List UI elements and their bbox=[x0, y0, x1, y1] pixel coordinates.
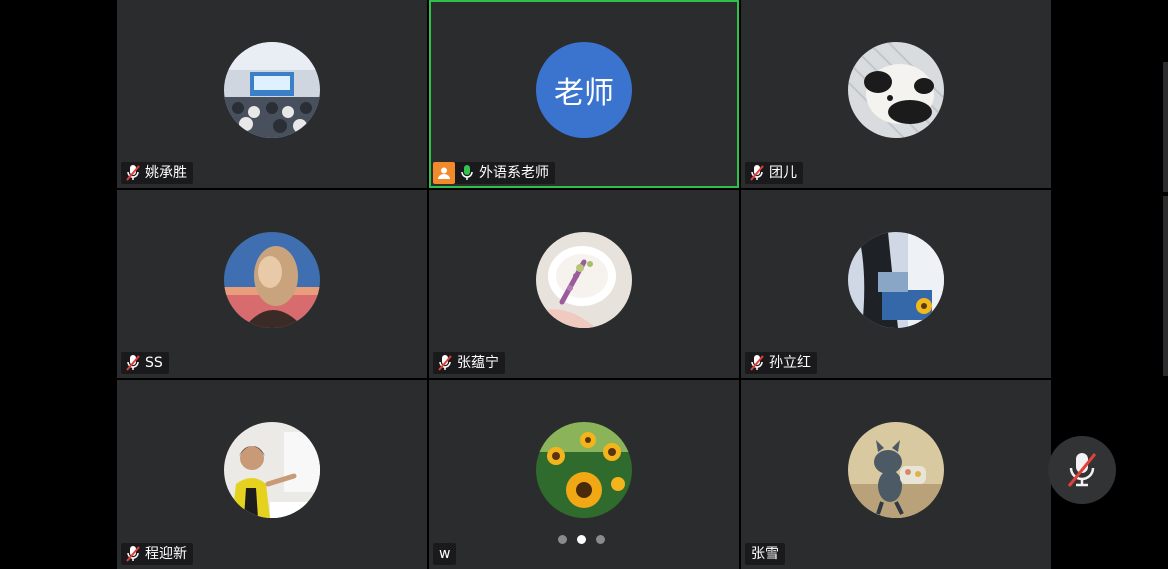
participant-tile[interactable]: 程迎新 bbox=[117, 380, 427, 569]
participant-avatar bbox=[224, 42, 320, 138]
mic-muted-icon bbox=[750, 165, 764, 181]
mic-muted-icon bbox=[126, 355, 140, 371]
participant-avatar bbox=[224, 232, 320, 328]
mic-muted-icon bbox=[438, 355, 452, 371]
participant-avatar bbox=[848, 232, 944, 328]
participant-nameplate: 张蕴宁 bbox=[433, 352, 505, 374]
mic-muted-icon bbox=[750, 355, 764, 371]
participant-grid: 姚承胜 老师 外语系老师 团儿 SS 张蕴宁 孙立红 程迎新 w 张雪 bbox=[117, 0, 1051, 569]
participant-nameplate: 外语系老师 bbox=[433, 162, 555, 184]
participant-avatar bbox=[848, 422, 944, 518]
speaker-photo bbox=[224, 422, 320, 518]
participant-nameplate: 孙立红 bbox=[745, 352, 817, 374]
participant-avatar bbox=[536, 232, 632, 328]
panda-photo bbox=[848, 42, 944, 138]
mute-toggle-button[interactable] bbox=[1048, 436, 1116, 504]
side-panel-edge bbox=[1163, 196, 1168, 376]
participant-avatar bbox=[536, 422, 632, 518]
participant-nameplate: 姚承胜 bbox=[121, 162, 193, 184]
participant-tile[interactable]: 孙立红 bbox=[741, 190, 1051, 378]
meeting-stage: 姚承胜 老师 外语系老师 团儿 SS 张蕴宁 孙立红 程迎新 w 张雪 bbox=[0, 0, 1168, 569]
participant-tile[interactable]: 张雪 bbox=[741, 380, 1051, 569]
participant-nameplate: w bbox=[433, 543, 457, 565]
participant-avatar bbox=[224, 422, 320, 518]
participant-name: 姚承胜 bbox=[145, 165, 187, 181]
participant-nameplate: SS bbox=[121, 352, 169, 374]
participant-tile[interactable]: 团儿 bbox=[741, 0, 1051, 188]
page-dot-current[interactable] bbox=[577, 535, 586, 544]
host-badge-icon bbox=[433, 162, 455, 184]
participant-name: 张雪 bbox=[751, 546, 779, 562]
cartoon-cat-photo bbox=[848, 422, 944, 518]
participant-name: 程迎新 bbox=[145, 546, 187, 562]
participant-name: 孙立红 bbox=[769, 355, 811, 371]
side-panel-edge bbox=[1163, 62, 1168, 192]
participant-name: 外语系老师 bbox=[479, 165, 549, 181]
participant-name: SS bbox=[145, 355, 163, 371]
page-indicator[interactable] bbox=[558, 535, 605, 544]
mic-on-icon bbox=[461, 165, 473, 180]
participant-avatar: 老师 bbox=[536, 42, 632, 138]
participant-nameplate: 程迎新 bbox=[121, 543, 193, 565]
participant-name: 团儿 bbox=[769, 165, 797, 181]
mic-muted-icon bbox=[1067, 453, 1097, 487]
cake-photo bbox=[536, 232, 632, 328]
page-dot[interactable] bbox=[596, 535, 605, 544]
mic-muted-icon bbox=[126, 165, 140, 181]
participant-nameplate: 张雪 bbox=[745, 543, 785, 565]
participant-tile[interactable]: 张蕴宁 bbox=[429, 190, 739, 378]
mic-muted-icon bbox=[126, 546, 140, 562]
participant-nameplate: 团儿 bbox=[745, 162, 803, 184]
conference-hall-photo bbox=[224, 42, 320, 138]
participant-name: w bbox=[439, 546, 451, 562]
participant-tile-active-speaker[interactable]: 老师 外语系老师 bbox=[429, 0, 739, 188]
participant-avatar bbox=[848, 42, 944, 138]
page-dot[interactable] bbox=[558, 535, 567, 544]
sunflower-photo bbox=[536, 422, 632, 518]
participant-tile[interactable]: SS bbox=[117, 190, 427, 378]
portrait-photo bbox=[224, 232, 320, 328]
girl-with-book-photo bbox=[848, 232, 944, 328]
participant-tile[interactable]: 姚承胜 bbox=[117, 0, 427, 188]
participant-name: 张蕴宁 bbox=[457, 355, 499, 371]
